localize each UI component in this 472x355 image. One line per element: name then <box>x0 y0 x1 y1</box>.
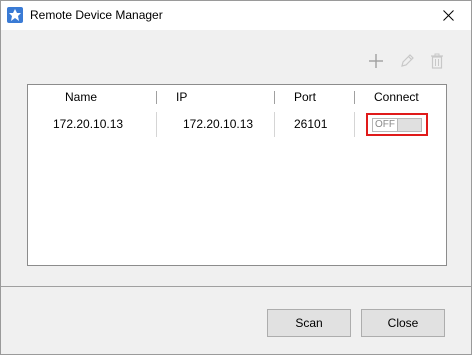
app-icon <box>7 7 23 23</box>
delete-device-button[interactable] <box>428 52 446 70</box>
column-divider[interactable] <box>156 91 157 104</box>
cell-ip: 172.20.10.13 <box>183 117 254 131</box>
table-row[interactable]: 172.20.10.13 172.20.10.13 26101 OFF <box>28 112 446 137</box>
column-header-port[interactable]: Port <box>294 85 316 110</box>
column-header-name[interactable]: Name <box>65 85 97 110</box>
column-header-ip[interactable]: IP <box>176 85 187 110</box>
close-icon <box>442 10 454 21</box>
toggle-state-label: OFF <box>373 119 398 131</box>
add-device-button[interactable] <box>367 52 385 70</box>
plus-icon <box>369 54 383 68</box>
device-table: Name IP Port Connect 172.20.10.13 172.20… <box>27 84 447 266</box>
column-header-connect[interactable]: Connect <box>374 85 419 110</box>
cell-divider <box>156 112 157 137</box>
footer-divider <box>1 286 471 287</box>
cell-divider <box>274 112 275 137</box>
cell-name: 172.20.10.13 <box>53 117 124 131</box>
remote-device-manager-window: Remote Device Manager Name IP Port Conne… <box>0 0 472 355</box>
table-header: Name IP Port Connect <box>28 85 446 110</box>
cell-port: 26101 <box>294 117 328 131</box>
scan-button[interactable]: Scan <box>267 309 351 337</box>
pencil-icon <box>401 54 414 67</box>
connect-toggle[interactable]: OFF <box>372 118 422 132</box>
dialog-client-area: Name IP Port Connect 172.20.10.13 172.20… <box>1 30 471 354</box>
column-divider[interactable] <box>274 91 275 104</box>
column-divider[interactable] <box>354 91 355 104</box>
window-close-button[interactable] <box>425 1 471 30</box>
window-title: Remote Device Manager <box>30 8 163 22</box>
close-button[interactable]: Close <box>361 309 445 337</box>
trash-icon <box>431 53 443 69</box>
edit-device-button[interactable] <box>398 52 416 70</box>
title-bar[interactable]: Remote Device Manager <box>1 1 471 30</box>
cell-divider <box>354 112 355 137</box>
